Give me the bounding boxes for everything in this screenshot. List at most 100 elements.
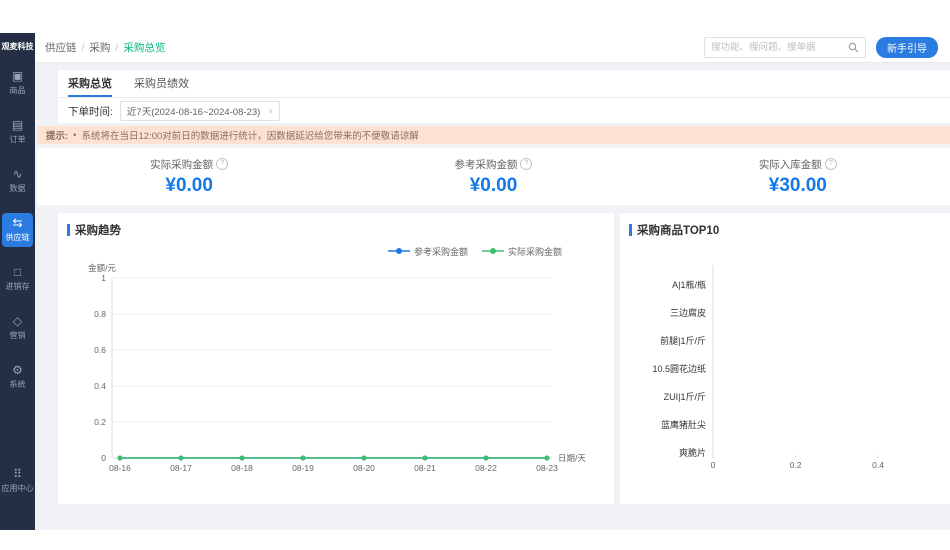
- sidebar-item-goods[interactable]: ▣ 商品: [2, 66, 33, 100]
- svg-text:1: 1: [101, 273, 106, 283]
- svg-text:10.5圆花边纸: 10.5圆花边纸: [652, 363, 706, 374]
- tab-purchaser-performance[interactable]: 采购员绩效: [134, 70, 189, 97]
- svg-text:08-21: 08-21: [414, 463, 436, 473]
- sidebar-item-inventory[interactable]: □ 进销存: [2, 262, 33, 296]
- legend-marker-icon: [388, 246, 410, 258]
- sidebar: 观麦科技 ▣ 商品 ▤订单 ∿数据 ⇆ 供应链 □ 进销存 ◇营销 ⚙系统 ⠿应用中心: [0, 33, 35, 530]
- svg-text:A|1瓶/瓶: A|1瓶/瓶: [672, 279, 706, 290]
- title-accent-bar: [629, 224, 632, 236]
- filter-row: 下单时间: 近7天(2024-08-16~2024-08-23) ∨: [58, 98, 950, 124]
- stat-label-text: 实际采购金额: [150, 157, 213, 172]
- alert-prefix: 提示:: [46, 128, 68, 142]
- newbie-guide-button[interactable]: 新手引导: [876, 37, 938, 58]
- stats-row: 实际采购金额?¥0.00参考采购金额?¥0.00实际入库金额?¥30.00: [37, 148, 950, 205]
- svg-text:0.4: 0.4: [94, 381, 106, 391]
- sidebar-item-marketing[interactable]: ◇营销: [2, 311, 33, 345]
- svg-text:08-23: 08-23: [536, 463, 558, 473]
- svg-text:08-18: 08-18: [231, 463, 253, 473]
- svg-text:0.8: 0.8: [94, 309, 106, 319]
- sidebar-item-system[interactable]: ⚙系统: [2, 360, 33, 394]
- top10-panel-title: 采购商品TOP10: [637, 222, 719, 238]
- topbar: 供应链 / 采购 / 采购总览 新手引导: [35, 33, 950, 63]
- svg-text:08-20: 08-20: [353, 463, 375, 473]
- trend-chart: 金额/元00.20.40.60.8108-1608-1708-1808-1908…: [68, 261, 613, 488]
- goods-icon: ▣: [12, 70, 23, 83]
- alert-bullet-icon: •: [73, 130, 76, 141]
- breadcrumb-item[interactable]: 采购: [89, 40, 110, 55]
- sidebar-item-label: 数据: [10, 183, 26, 194]
- stat-label-text: 参考采购金额: [454, 157, 517, 172]
- stat-label: 参考采购金额?: [454, 157, 532, 172]
- order-time-value: 近7天(2024-08-16~2024-08-23): [127, 104, 260, 118]
- tabs-card: 采购总览采购员绩效 下单时间: 近7天(2024-08-16~2024-08-2…: [58, 70, 950, 123]
- legend-item[interactable]: 参考采购金额: [388, 245, 468, 258]
- legend-item[interactable]: 实际采购金额: [482, 245, 562, 258]
- svg-text:0: 0: [711, 460, 716, 470]
- svg-text:日期/天: 日期/天: [558, 453, 586, 463]
- svg-text:08-22: 08-22: [475, 463, 497, 473]
- title-accent-bar: [67, 224, 70, 236]
- info-icon[interactable]: ?: [825, 158, 837, 170]
- tabs-row: 采购总览采购员绩效: [58, 70, 950, 98]
- stat-label: 实际采购金额?: [150, 157, 228, 172]
- sidebar-item-data[interactable]: ∿数据: [2, 164, 33, 198]
- info-icon[interactable]: ?: [520, 158, 532, 170]
- svg-text:08-19: 08-19: [292, 463, 314, 473]
- app-center-icon: ⠿: [13, 468, 22, 481]
- trend-panel-title: 采购趋势: [75, 222, 121, 238]
- sidebar-item-orders[interactable]: ▤订单: [2, 115, 33, 149]
- breadcrumb: 供应链 / 采购 / 采购总览: [45, 40, 165, 55]
- sidebar-item-label: 进销存: [6, 281, 30, 292]
- legend-label: 实际采购金额: [508, 245, 562, 258]
- order-time-select[interactable]: 近7天(2024-08-16~2024-08-23) ∨: [120, 101, 280, 121]
- breadcrumb-item: 采购总览: [123, 40, 165, 55]
- svg-text:爽脆片: 爽脆片: [679, 447, 706, 458]
- svg-text:0.2: 0.2: [94, 417, 106, 427]
- info-icon[interactable]: ?: [216, 158, 228, 170]
- svg-text:0.2: 0.2: [790, 460, 802, 470]
- top10-chart-svg: A|1瓶/瓶三边腐皮前腿|1斤/斤10.5圆花边纸ZUI|1斤/斤蓝鹰猪肚尖爽脆…: [620, 255, 950, 480]
- trend-panel-header: 采购趋势: [58, 213, 614, 238]
- trend-panel: 采购趋势 参考采购金额实际采购金额 金额/元00.20.40.60.8108-1…: [58, 213, 614, 504]
- stat-value: ¥0.00: [165, 175, 213, 197]
- search-icon[interactable]: [848, 42, 865, 53]
- sidebar-item-label: 商品: [10, 85, 26, 96]
- stat-label-text: 实际入库金额: [759, 157, 822, 172]
- svg-text:ZUI|1斤/斤: ZUI|1斤/斤: [664, 392, 706, 402]
- trend-legend: 参考采购金额 实际采购金额: [388, 245, 562, 258]
- stat-value: ¥0.00: [470, 175, 518, 197]
- svg-text:金额/元: 金额/元: [88, 263, 116, 273]
- stat-value: ¥30.00: [769, 175, 827, 197]
- stats-card: 实际采购金额?¥0.00参考采购金额?¥0.00实际入库金额?¥30.00: [37, 148, 950, 205]
- sidebar-item-label: 订单: [10, 134, 26, 145]
- inventory-icon: □: [14, 266, 21, 279]
- chevron-down-icon: ∨: [268, 107, 273, 115]
- app-logo: 观麦科技: [0, 33, 35, 54]
- svg-text:三边腐皮: 三边腐皮: [670, 307, 706, 318]
- sidebar-items: ▣ 商品 ▤订单 ∿数据 ⇆ 供应链 □ 进销存 ◇营销 ⚙系统 ⠿应用中心: [0, 66, 35, 530]
- stat-item: 实际采购金额?¥0.00: [37, 148, 341, 205]
- svg-text:0: 0: [101, 453, 106, 463]
- alert-text: 系统将在当日12:00对前日的数据进行统计，因数据延迟给您带来的不便敬请谅解: [82, 128, 419, 142]
- breadcrumb-item[interactable]: 供应链: [45, 40, 77, 55]
- legend-label: 参考采购金额: [414, 245, 468, 258]
- svg-text:08-17: 08-17: [170, 463, 192, 473]
- search-input[interactable]: [705, 42, 848, 53]
- sidebar-item-app-center[interactable]: ⠿应用中心: [2, 464, 33, 498]
- top10-chart: A|1瓶/瓶三边腐皮前腿|1斤/斤10.5圆花边纸ZUI|1斤/斤蓝鹰猪肚尖爽脆…: [620, 255, 950, 485]
- stat-item: 参考采购金额?¥0.00: [341, 148, 645, 205]
- marketing-icon: ◇: [13, 315, 22, 328]
- content: 采购总览采购员绩效 下单时间: 近7天(2024-08-16~2024-08-2…: [35, 63, 950, 530]
- sidebar-item-supply-chain[interactable]: ⇆ 供应链: [2, 213, 33, 247]
- tab-purchase-overview[interactable]: 采购总览: [68, 70, 112, 97]
- svg-text:08-16: 08-16: [109, 463, 131, 473]
- sidebar-item-label: 供应链: [6, 232, 30, 243]
- top10-panel: 采购商品TOP10 A|1瓶/瓶三边腐皮前腿|1斤/斤10.5圆花边纸ZUI|1…: [620, 213, 950, 504]
- breadcrumb-separator: /: [115, 42, 118, 54]
- stat-label: 实际入库金额?: [759, 157, 837, 172]
- top10-panel-header: 采购商品TOP10: [620, 213, 950, 238]
- breadcrumb-separator: /: [82, 42, 85, 54]
- supply-chain-icon: ⇆: [12, 217, 22, 230]
- app-window: 观麦科技 ▣ 商品 ▤订单 ∿数据 ⇆ 供应链 □ 进销存 ◇营销 ⚙系统 ⠿应用中心 供应链 / 采购…: [0, 33, 950, 530]
- svg-text:0.4: 0.4: [872, 460, 884, 470]
